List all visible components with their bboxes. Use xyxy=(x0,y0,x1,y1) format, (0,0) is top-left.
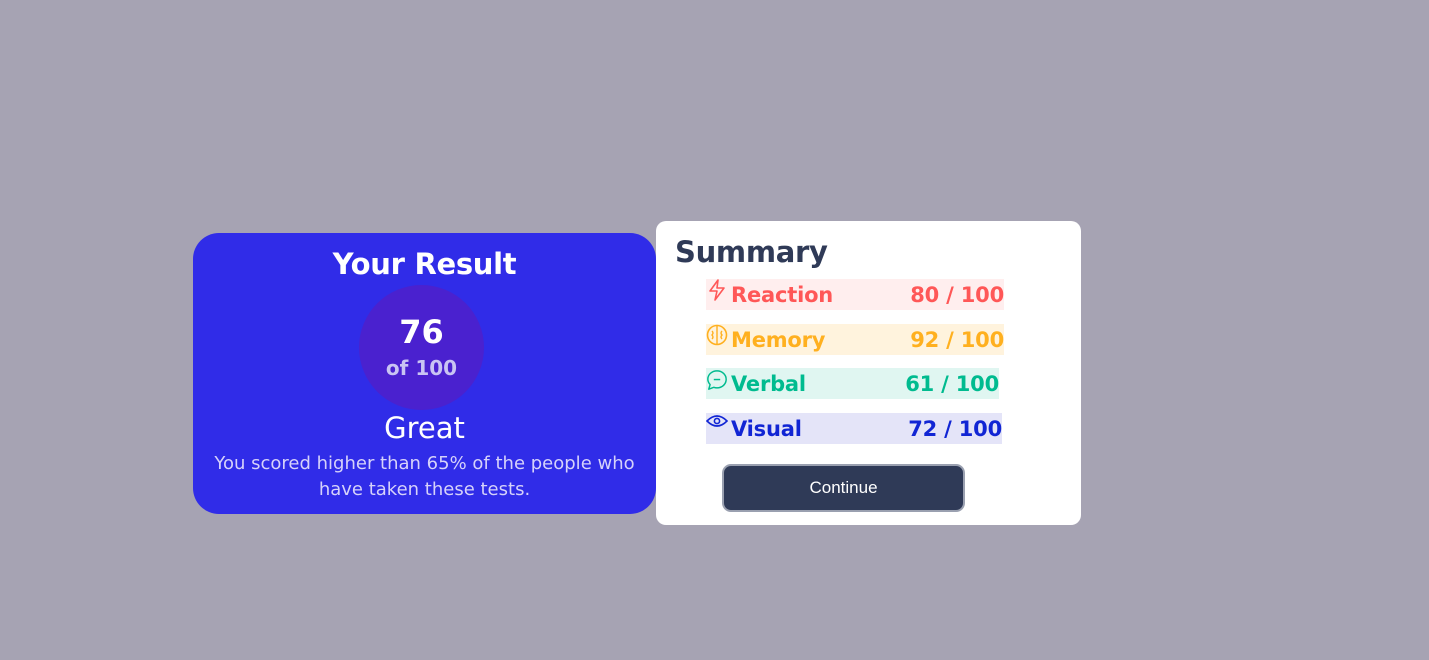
summary-item-label: Reaction xyxy=(731,282,834,307)
score-circle: 76 of 100 xyxy=(359,285,484,410)
summary-item-reaction: Reaction 80 / 100 xyxy=(706,278,1004,310)
summary-item-score: 80 / 100 xyxy=(910,282,1004,307)
score-of: of 100 xyxy=(385,356,458,380)
summary-item-label: Verbal xyxy=(731,371,806,396)
chat-bubble-icon xyxy=(706,368,728,394)
summary-card: Summary Reaction 80 / 100 Memory 92 / 10… xyxy=(656,221,1081,525)
summary-item-label: Memory xyxy=(731,327,826,352)
continue-button[interactable]: Continue xyxy=(722,464,965,512)
score-value: 76 xyxy=(399,313,444,351)
summary-title: Summary xyxy=(675,235,828,269)
summary-item-visual: Visual 72 / 100 xyxy=(706,413,1002,444)
summary-item-score: 92 / 100 xyxy=(910,327,1004,352)
summary-item-label: Visual xyxy=(731,416,802,441)
eye-icon xyxy=(706,413,728,439)
summary-item-score: 61 / 100 xyxy=(905,371,999,396)
result-card: Your Result 76 of 100 Great You scored h… xyxy=(193,233,656,514)
result-title: Your Result xyxy=(332,247,517,281)
lightning-icon xyxy=(706,278,728,305)
summary-item-score: 72 / 100 xyxy=(908,416,1002,441)
result-description: You scored higher than 65% of the people… xyxy=(214,453,635,500)
result-grade: Great xyxy=(384,411,465,445)
summary-item-verbal: Verbal 61 / 100 xyxy=(706,368,999,399)
summary-item-memory: Memory 92 / 100 xyxy=(706,324,1004,355)
brain-icon xyxy=(706,324,728,350)
